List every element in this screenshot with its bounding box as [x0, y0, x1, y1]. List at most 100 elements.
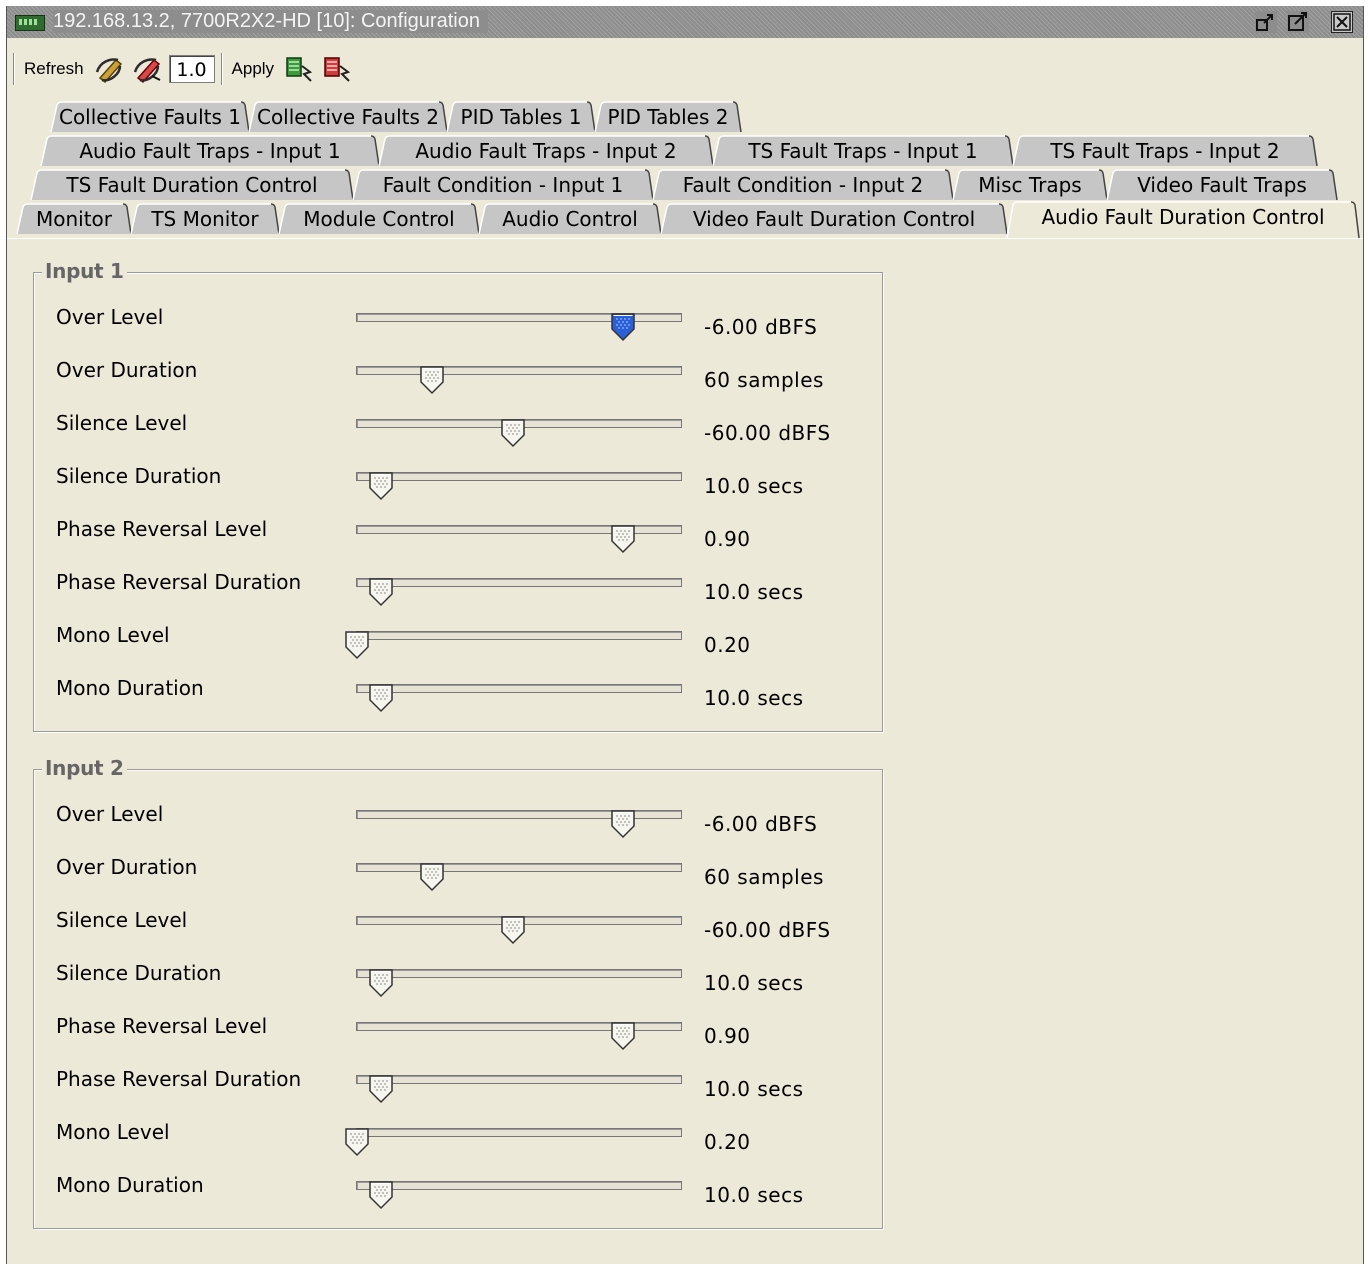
mono-level-value: 0.20	[704, 1130, 751, 1154]
title-bar[interactable]: 192.168.13.2, 7700R2X2-HD [10]: Configur…	[7, 6, 1363, 38]
over-duration-value: 60 samples	[704, 368, 824, 392]
over-duration-slider[interactable]	[356, 366, 682, 395]
mono-level-label: Mono Level	[56, 1120, 170, 1144]
group-title: Input 1	[42, 259, 127, 283]
phase-reversal-duration-value: 10.0 secs	[704, 580, 804, 604]
apply-icon[interactable]	[283, 53, 315, 85]
tab-ts-fault-traps-input-1[interactable]: TS Fault Traps - Input 1	[712, 135, 1014, 167]
input-1-group: Input 1 Over Level -6.00 dBFS Over Durati…	[33, 259, 883, 732]
over-level-row: Over Level -6.00 dBFS	[34, 303, 882, 343]
silence-level-value: -60.00 dBFS	[704, 421, 831, 445]
tab-fault-condition-input-2[interactable]: Fault Condition - Input 2	[652, 169, 954, 201]
mono-level-slider[interactable]	[345, 631, 682, 660]
over-level-slider[interactable]	[356, 313, 682, 342]
over-level-value: -6.00 dBFS	[704, 812, 818, 836]
tab-collective-faults-1[interactable]: Collective Faults 1	[50, 101, 250, 133]
over-level-slider[interactable]	[356, 810, 682, 839]
tab-label: TS Monitor	[151, 207, 259, 231]
close-icon[interactable]	[1331, 11, 1353, 33]
restore-icon[interactable]	[1255, 11, 1277, 33]
slider-thumb[interactable]	[368, 471, 394, 501]
silence-level-slider[interactable]	[356, 419, 682, 448]
tab-label: Video Fault Duration Control	[692, 207, 976, 231]
phase-reversal-level-slider[interactable]	[356, 1022, 682, 1051]
slider-thumb[interactable]	[610, 312, 636, 342]
tab-label: Module Control	[303, 207, 455, 231]
configuration-window: 192.168.13.2, 7700R2X2-HD [10]: Configur…	[6, 6, 1364, 1264]
tab-label: PID Tables 2	[607, 105, 729, 129]
tab-ts-monitor[interactable]: TS Monitor	[130, 203, 280, 235]
auto-apply-icon[interactable]	[321, 53, 353, 85]
slider-thumb[interactable]	[610, 524, 636, 554]
silence-duration-slider[interactable]	[356, 472, 682, 501]
refresh-button[interactable]: Refresh	[21, 59, 87, 79]
mono-duration-label: Mono Duration	[56, 1173, 204, 1197]
tab-label: TS Fault Traps - Input 1	[748, 139, 978, 163]
slider-thumb[interactable]	[344, 630, 370, 660]
mono-duration-slider[interactable]	[356, 1181, 682, 1210]
over-duration-slider[interactable]	[356, 863, 682, 892]
slider-thumb[interactable]	[344, 1127, 370, 1157]
toolbar-separator	[220, 53, 223, 85]
slider-thumb[interactable]	[368, 577, 394, 607]
tab-audio-control[interactable]: Audio Control	[478, 203, 662, 235]
mono-level-label: Mono Level	[56, 623, 170, 647]
tab-fault-condition-input-1[interactable]: Fault Condition - Input 1	[352, 169, 654, 201]
tab-pid-tables-1[interactable]: PID Tables 1	[446, 101, 596, 133]
slider-thumb[interactable]	[500, 418, 526, 448]
slider-thumb[interactable]	[368, 683, 394, 713]
tab-ts-fault-traps-input-2[interactable]: TS Fault Traps - Input 2	[1012, 135, 1318, 167]
silence-level-slider[interactable]	[356, 916, 682, 945]
toolbar-separator	[13, 53, 15, 85]
apply-button[interactable]: Apply	[229, 59, 278, 79]
tab-label: TS Fault Duration Control	[66, 173, 318, 197]
phase-reversal-duration-row: Phase Reversal Duration 10.0 secs	[34, 1065, 882, 1105]
slider-thumb[interactable]	[368, 1180, 394, 1210]
phase-reversal-duration-slider[interactable]	[356, 578, 682, 607]
phase-reversal-level-value: 0.90	[704, 1024, 751, 1048]
phase-reversal-duration-label: Phase Reversal Duration	[56, 1067, 302, 1091]
window-title: 192.168.13.2, 7700R2X2-HD [10]: Configur…	[53, 10, 488, 33]
silence-duration-row: Silence Duration 10.0 secs	[34, 462, 882, 502]
slider-thumb[interactable]	[610, 809, 636, 839]
slider-thumb[interactable]	[610, 1021, 636, 1051]
tab-ts-fault-duration-control[interactable]: TS Fault Duration Control	[30, 169, 354, 201]
tab-pid-tables-2[interactable]: PID Tables 2	[594, 101, 742, 133]
slider-thumb[interactable]	[368, 1074, 394, 1104]
slider-thumb[interactable]	[419, 862, 445, 892]
over-duration-row: Over Duration 60 samples	[34, 356, 882, 396]
over-duration-label: Over Duration	[56, 358, 198, 382]
tab-video-fault-traps[interactable]: Video Fault Traps	[1106, 169, 1338, 201]
silence-duration-row: Silence Duration 10.0 secs	[34, 959, 882, 999]
mono-duration-slider[interactable]	[356, 684, 682, 713]
tab-module-control[interactable]: Module Control	[278, 203, 480, 235]
silence-duration-slider[interactable]	[356, 969, 682, 998]
tab-misc-traps[interactable]: Misc Traps	[952, 169, 1108, 201]
maximize-icon[interactable]	[1287, 11, 1309, 33]
mono-duration-row: Mono Duration 10.0 secs	[34, 674, 882, 714]
auto-refresh-icon[interactable]	[131, 53, 163, 85]
refresh-interval-field[interactable]: 1.0	[168, 55, 215, 83]
phase-reversal-level-slider[interactable]	[356, 525, 682, 554]
mono-level-row: Mono Level 0.20	[34, 1118, 882, 1158]
tab-audio-fault-traps-input-1[interactable]: Audio Fault Traps - Input 1	[40, 135, 380, 167]
mono-level-slider[interactable]	[345, 1128, 682, 1157]
phase-reversal-level-value: 0.90	[704, 527, 751, 551]
refresh-icon[interactable]	[93, 53, 125, 85]
tab-label: Fault Condition - Input 1	[382, 173, 624, 197]
tab-label: PID Tables 1	[460, 105, 582, 129]
slider-thumb[interactable]	[419, 365, 445, 395]
slider-thumb[interactable]	[368, 968, 394, 998]
tab-audio-fault-duration-control[interactable]: Audio Fault Duration Control	[1006, 201, 1360, 239]
phase-reversal-duration-slider[interactable]	[356, 1075, 682, 1104]
tab-monitor[interactable]: Monitor	[16, 203, 132, 235]
mono-duration-value: 10.0 secs	[704, 686, 804, 710]
tab-collective-faults-2[interactable]: Collective Faults 2	[248, 101, 448, 133]
over-level-label: Over Level	[56, 802, 164, 826]
phase-reversal-duration-row: Phase Reversal Duration 10.0 secs	[34, 568, 882, 608]
tab-audio-fault-traps-input-2[interactable]: Audio Fault Traps - Input 2	[378, 135, 714, 167]
tab-video-fault-duration-control[interactable]: Video Fault Duration Control	[660, 203, 1008, 235]
silence-level-row: Silence Level -60.00 dBFS	[34, 409, 882, 449]
phase-reversal-level-label: Phase Reversal Level	[56, 1014, 268, 1038]
slider-thumb[interactable]	[500, 915, 526, 945]
